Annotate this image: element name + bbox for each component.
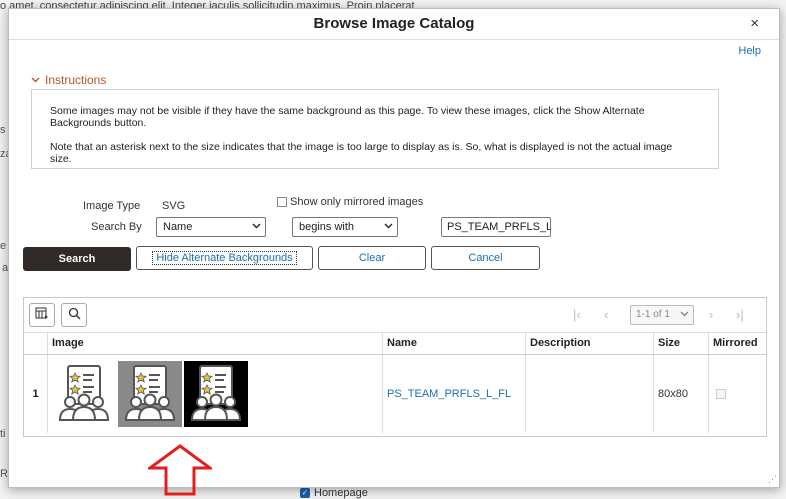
modal-header: Browse Image Catalog × bbox=[9, 9, 779, 40]
team-profiles-icon bbox=[54, 362, 114, 427]
image-name-link[interactable]: PS_TEAM_PRFLS_L_FL bbox=[387, 388, 511, 400]
name-cell: PS_TEAM_PRFLS_L_FL bbox=[382, 354, 526, 433]
background-fragment: ti bbox=[0, 428, 6, 440]
row-number: 1 bbox=[24, 354, 48, 433]
chevron-down-icon bbox=[384, 221, 393, 232]
last-page-icon[interactable]: ›| bbox=[736, 307, 744, 322]
size-cell: 80x80 bbox=[653, 354, 709, 433]
search-value-input[interactable]: PS_TEAM_PRFLS_L bbox=[441, 217, 551, 237]
first-page-icon[interactable]: |‹ bbox=[573, 307, 581, 322]
column-header-rownum bbox=[24, 332, 48, 355]
search-icon bbox=[68, 307, 81, 323]
column-header-description: Description bbox=[525, 332, 654, 355]
image-type-label: Image Type bbox=[83, 200, 141, 212]
image-catalog-modal: Browse Image Catalog × Help Instructions… bbox=[8, 8, 780, 488]
hide-alternate-backgrounds-button[interactable]: Hide Alternate Backgrounds bbox=[136, 246, 313, 270]
instructions-paragraph: Note that an asterisk next to the size i… bbox=[50, 141, 673, 165]
background-fragment: s bbox=[0, 124, 6, 136]
grid-search-button[interactable] bbox=[61, 303, 87, 327]
table-row: 1 PS_TEAM_PRFLS_L_FL 80x80 bbox=[24, 354, 767, 434]
modal-title: Browse Image Catalog bbox=[313, 15, 475, 32]
search-operator-value: begins with bbox=[299, 221, 355, 233]
image-type-value: SVG bbox=[162, 200, 186, 212]
search-operator-select[interactable]: begins with bbox=[292, 217, 398, 237]
table-header-row: Image Name Description Size Mirrored bbox=[24, 332, 766, 355]
thumbnail-white-background bbox=[52, 361, 116, 427]
search-by-label: Search By bbox=[91, 221, 142, 233]
image-cell bbox=[47, 354, 383, 433]
checkbox-checked-icon: ✓ bbox=[300, 488, 310, 498]
homepage-label: Homepage bbox=[314, 487, 368, 499]
mirrored-cell bbox=[709, 355, 767, 434]
background-fragment: e bbox=[0, 240, 7, 252]
chevron-down-icon bbox=[31, 75, 40, 86]
mirrored-checkbox-label: Show only mirrored images bbox=[290, 196, 424, 208]
instructions-box: Some images may not be visible if they h… bbox=[31, 89, 719, 169]
search-button[interactable]: Search bbox=[23, 247, 131, 271]
page-select[interactable]: 1-1 of 1 bbox=[630, 305, 694, 325]
instructions-paragraph: Some images may not be visible if they h… bbox=[50, 105, 645, 129]
checkbox-box[interactable] bbox=[277, 197, 287, 207]
instructions-title: Instructions bbox=[45, 73, 107, 87]
prev-page-icon[interactable]: ‹ bbox=[604, 307, 608, 322]
next-page-icon[interactable]: › bbox=[709, 307, 713, 322]
chevron-down-icon bbox=[680, 309, 689, 319]
description-cell bbox=[525, 354, 654, 433]
personalize-icon bbox=[35, 307, 49, 323]
column-header-mirrored: Mirrored bbox=[708, 332, 766, 355]
mirrored-checkbox-disabled bbox=[716, 389, 726, 399]
search-field-value: Name bbox=[163, 221, 193, 233]
resize-handle-icon[interactable]: ⋰ bbox=[768, 474, 777, 485]
hide-alternate-backgrounds-label: Hide Alternate Backgrounds bbox=[152, 251, 297, 265]
column-header-size: Size bbox=[653, 332, 709, 355]
background-fragment: R bbox=[0, 468, 8, 480]
search-field-select[interactable]: Name bbox=[156, 217, 266, 237]
column-header-image: Image bbox=[47, 332, 383, 355]
team-profiles-icon bbox=[120, 362, 180, 427]
personalize-button[interactable] bbox=[29, 303, 55, 327]
page-select-value: 1-1 of 1 bbox=[636, 309, 670, 320]
mirrored-checkbox[interactable]: Show only mirrored images bbox=[277, 196, 423, 208]
chevron-down-icon bbox=[252, 221, 261, 232]
column-header-name: Name bbox=[382, 332, 526, 355]
image-thumbnails bbox=[52, 361, 378, 427]
thumbnail-black-background bbox=[184, 361, 248, 427]
help-link[interactable]: Help bbox=[738, 45, 761, 57]
results-table: Image Name Description Size Mirrored 1 P… bbox=[24, 332, 766, 433]
team-profiles-icon bbox=[186, 362, 246, 427]
cancel-button[interactable]: Cancel bbox=[431, 246, 540, 270]
grid-toolbar: |‹ ‹ 1-1 of 1 › ›| bbox=[24, 298, 766, 333]
homepage-checkbox[interactable]: ✓ Homepage bbox=[300, 487, 368, 499]
up-arrow-annotation bbox=[148, 444, 212, 496]
instructions-toggle[interactable]: Instructions bbox=[31, 73, 106, 87]
thumbnail-grey-background bbox=[118, 361, 182, 427]
close-icon[interactable]: × bbox=[750, 15, 759, 32]
clear-button[interactable]: Clear bbox=[318, 246, 426, 270]
results-grid: |‹ ‹ 1-1 of 1 › ›| Image Name Descriptio… bbox=[23, 297, 767, 437]
